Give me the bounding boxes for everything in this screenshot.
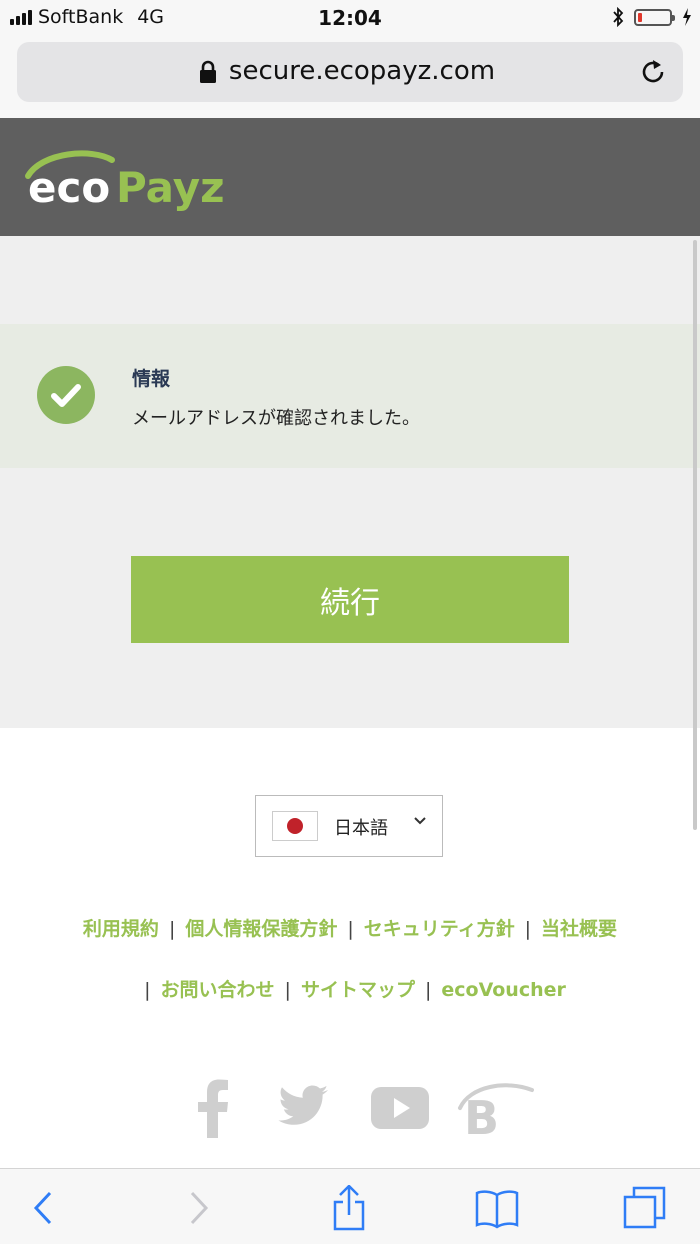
chevron-down-icon: [414, 817, 426, 825]
link-separator: |: [168, 918, 176, 940]
ecopayz-logo[interactable]: eco Payz: [22, 146, 242, 216]
notice-title: 情報: [132, 368, 171, 390]
forward-icon[interactable]: [176, 1185, 222, 1231]
address-bar[interactable]: secure.ecopayz.com: [17, 42, 683, 102]
link-separator: |: [284, 979, 291, 1001]
browser-address-area: secure.ecopayz.com: [0, 36, 700, 118]
bluetooth-icon: [613, 7, 624, 27]
status-indicators: [612, 7, 692, 27]
logo-eco: eco: [28, 163, 110, 212]
charging-icon: [683, 8, 691, 26]
scroll-indicator: [693, 240, 697, 830]
continue-button[interactable]: 続行: [131, 556, 569, 643]
language-label: 日本語: [334, 818, 388, 839]
bookmarks-icon[interactable]: [474, 1185, 520, 1231]
footer-link-security[interactable]: セキュリティ方針: [364, 918, 515, 940]
clock: 12:04: [318, 6, 382, 30]
footer-link-sitemap[interactable]: サイトマップ: [301, 979, 415, 1001]
back-icon[interactable]: [20, 1185, 66, 1231]
link-separator: |: [524, 918, 532, 940]
footer-link-contact[interactable]: お問い合わせ: [161, 979, 275, 1001]
svg-text:B: B: [464, 1091, 499, 1138]
success-check-icon: [37, 366, 95, 424]
footer-link-about[interactable]: 当社概要: [541, 918, 617, 940]
japan-flag-icon: [272, 811, 318, 841]
info-notice: 情報 メールアドレスが確認されました。: [0, 324, 700, 468]
language-selector[interactable]: 日本語: [255, 795, 443, 857]
share-icon[interactable]: [326, 1185, 372, 1231]
main-content: 情報 メールアドレスが確認されました。 続行: [0, 236, 700, 728]
blog-icon[interactable]: B: [456, 1078, 534, 1138]
link-separator: |: [424, 979, 432, 1001]
footer-link-privacy[interactable]: 個人情報保護方針: [185, 918, 337, 940]
tabs-icon[interactable]: [622, 1185, 668, 1231]
footer-links-row-2: | お問い合わせ | サイトマップ | ecoVoucher: [0, 975, 700, 1002]
youtube-icon[interactable]: [370, 1078, 430, 1138]
footer-link-ecovoucher[interactable]: ecoVoucher: [441, 979, 566, 1001]
footer-link-terms[interactable]: 利用規約: [83, 918, 159, 940]
battery-level: [638, 12, 642, 22]
reload-icon[interactable]: [637, 56, 669, 88]
link-separator: |: [144, 979, 151, 1001]
link-separator: |: [347, 918, 354, 940]
status-bar: SoftBank 4G 12:04: [0, 0, 700, 36]
facebook-icon[interactable]: [196, 1078, 230, 1138]
battery-icon: [634, 8, 675, 26]
browser-toolbar: [0, 1168, 700, 1244]
notice-message: メールアドレスが確認されました。: [132, 408, 420, 429]
twitter-icon[interactable]: [274, 1078, 330, 1138]
footer-links-row-1: 利用規約 | 個人情報保護方針 | セキュリティ方針 | 当社概要: [0, 914, 700, 941]
url-text: secure.ecopayz.com: [228, 56, 496, 86]
logo-payz: Payz: [116, 163, 225, 212]
site-header: eco Payz: [0, 118, 700, 236]
